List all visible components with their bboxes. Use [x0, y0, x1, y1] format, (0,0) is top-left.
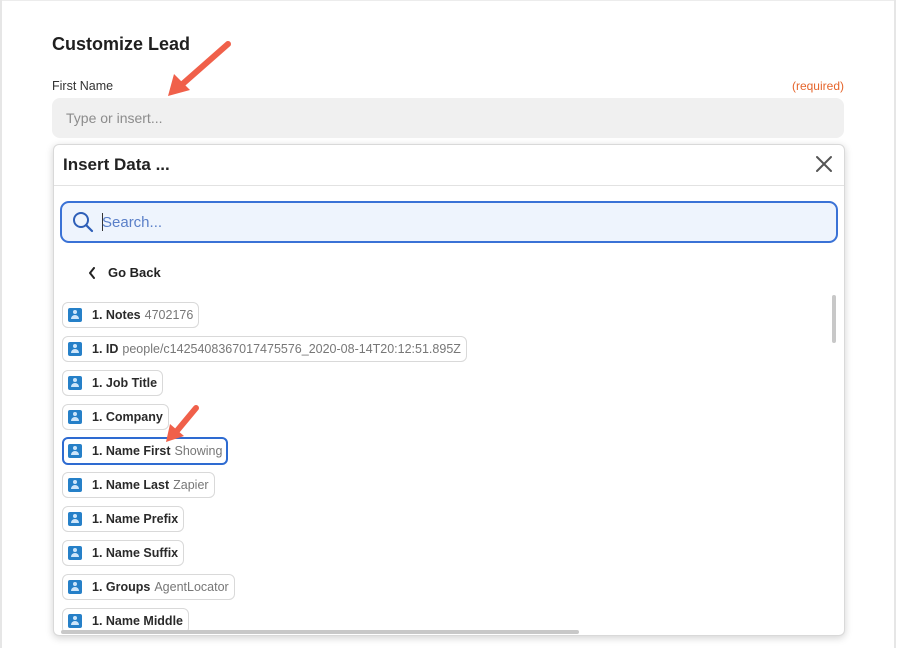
item-value: AgentLocator — [154, 580, 229, 594]
item-value: Zapier — [173, 478, 209, 492]
contact-app-icon — [68, 614, 82, 628]
go-back-button[interactable]: Go Back — [88, 265, 161, 280]
horizontal-scrollbar[interactable] — [61, 630, 579, 634]
item-key: 1. ID — [92, 342, 119, 356]
section-title: Customize Lead — [52, 34, 191, 54]
item-key: 1. Name Prefix — [92, 512, 179, 526]
item-key: 1. Name Last — [92, 478, 170, 492]
data-item-id[interactable]: 1. ID people/c1425408367017475576_2020-0… — [62, 336, 467, 362]
data-item-company[interactable]: 1. Company — [62, 404, 169, 430]
item-value: Showing — [174, 444, 223, 458]
data-item-groups[interactable]: 1. Groups AgentLocator — [62, 574, 235, 600]
data-item-name-first[interactable]: 1. Name First Showing — [62, 437, 229, 465]
contact-app-icon — [68, 580, 82, 594]
item-key: 1. Name First — [92, 444, 171, 458]
contact-app-icon — [68, 376, 82, 390]
data-item-name-prefix[interactable]: 1. Name Prefix — [62, 506, 185, 532]
frame-left-border — [0, 0, 2, 648]
search-input[interactable] — [102, 213, 802, 231]
data-item-notes[interactable]: 1. Notes 4702176 — [62, 302, 200, 328]
contact-app-icon — [68, 444, 82, 458]
contact-app-icon — [68, 478, 82, 492]
item-key: 1. Job Title — [92, 376, 158, 390]
data-item-job-title[interactable]: 1. Job Title — [62, 370, 164, 396]
search-box[interactable] — [60, 201, 838, 243]
search-icon — [73, 212, 94, 233]
data-item-name-suffix[interactable]: 1. Name Suffix — [62, 540, 185, 566]
item-value: 4702176 — [144, 308, 194, 322]
required-indicator: (required) — [791, 79, 844, 93]
item-key: 1. Groups — [92, 580, 151, 594]
contact-app-icon — [68, 512, 82, 526]
first-name-label: First Name — [52, 79, 114, 93]
chevron-left-icon — [89, 266, 95, 279]
item-key: 1. Name Middle — [92, 614, 183, 628]
contact-app-icon — [68, 342, 82, 356]
go-back-label: Go Back — [108, 265, 161, 280]
vertical-scrollbar[interactable] — [832, 295, 836, 343]
item-value: people/c1425408367017475576_2020-08-14T2… — [122, 342, 461, 356]
frame-right-border — [894, 0, 896, 648]
insert-data-popover: Insert Data ... Go Back 1. Notes 4702176… — [53, 144, 845, 636]
close-icon[interactable] — [814, 154, 834, 174]
first-name-input[interactable]: Type or insert... — [52, 98, 844, 138]
contact-app-icon — [68, 546, 82, 560]
item-key: 1. Notes — [92, 308, 141, 322]
frame-top-border — [0, 0, 896, 1]
popover-title: Insert Data ... — [63, 155, 170, 174]
item-key: 1. Name Suffix — [92, 546, 179, 560]
contact-app-icon — [68, 410, 82, 424]
contact-app-icon — [68, 308, 82, 322]
popover-header: Insert Data ... — [54, 145, 844, 186]
item-key: 1. Company — [92, 410, 163, 424]
data-item-name-last[interactable]: 1. Name Last Zapier — [62, 472, 215, 498]
